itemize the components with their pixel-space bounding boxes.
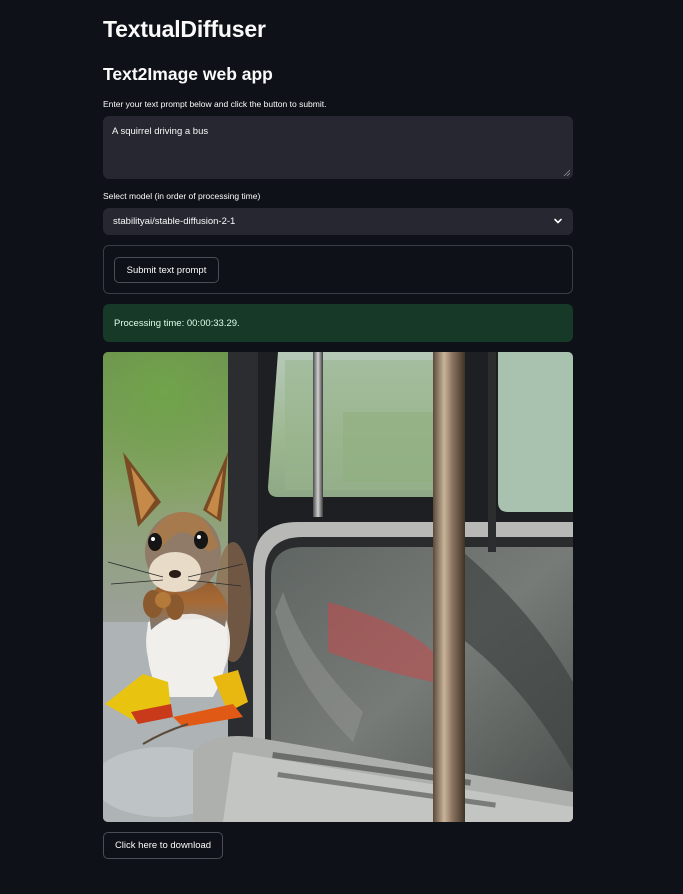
download-button[interactable]: Click here to download	[103, 832, 223, 859]
generated-image	[103, 352, 573, 822]
model-select[interactable]: stabilityai/stable-diffusion-2-1	[103, 208, 573, 235]
prompt-textarea[interactable]: A squirrel driving a bus	[103, 116, 573, 179]
app-subtitle: Text2Image web app	[103, 64, 273, 84]
prompt-textarea-value: A squirrel driving a bus	[112, 126, 209, 137]
generated-image-illustration	[103, 352, 573, 822]
app-title: TextualDiffuser	[103, 16, 266, 42]
prompt-form: Submit text prompt	[103, 245, 573, 294]
prompt-instruction: Enter your text prompt below and click t…	[103, 99, 327, 109]
submit-prompt-button[interactable]: Submit text prompt	[114, 257, 219, 283]
model-select-label: Select model (in order of processing tim…	[103, 191, 261, 201]
processing-time-alert: Processing time: 00:00:33.29.	[103, 304, 573, 342]
resize-grip-icon[interactable]	[563, 169, 570, 176]
processing-time-text: Processing time: 00:00:33.29.	[114, 318, 240, 329]
chevron-down-icon	[554, 218, 562, 224]
model-select-value: stabilityai/stable-diffusion-2-1	[113, 216, 236, 227]
